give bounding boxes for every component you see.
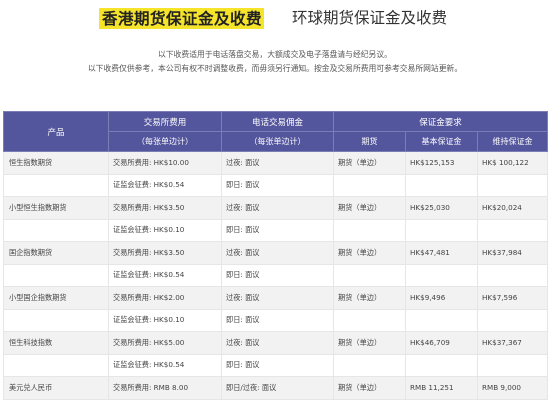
cell-commission: 过夜: 面议 [221,151,334,175]
cell-product [3,308,109,332]
cell-commission: 即日/过夜: 面议 [221,376,334,400]
header-exchange-fee: 交易所费用 [108,111,222,132]
cell-commission: 即日: 面议 [221,353,334,377]
cell-initial-margin: HK$25,030 [405,196,478,220]
cell-product: 小型恒生指数期货 [3,196,109,220]
cell-futures [333,308,406,332]
cell-futures: 期货（单边） [333,196,406,220]
cell-maintenance-margin: HK$37,984 [476,241,549,265]
cell-exchange-fee: 交易所费用: HK$2.00 [108,286,222,310]
header-futures: 期货 [333,131,406,152]
header-exchange-fee-sub: （每张单边计） [108,131,222,152]
table-row: 小型恒生指数期货 交易所费用: HK$3.50 过夜: 面议 期货（单边） HK$25,… [3,196,549,220]
cell-maintenance-margin [476,263,549,287]
table-row: 证监会征费: HK$0.54 即日: 面议 [3,263,549,287]
cell-futures [333,263,406,287]
cell-initial-margin: RMB 11,251 [405,376,478,400]
table-body: 恒生指数期货 交易所费用: HK$10.00 过夜: 面议 期货（单边） HK$125,… [3,151,549,400]
cell-commission: 过夜: 面议 [221,241,334,265]
cell-futures [333,173,406,197]
header-row: 产品 交易所费用 电话交易佣金 保证金要求 [3,111,549,152]
header-initial-margin: 基本保证金 [405,131,478,152]
cell-product: 美元兑人民币 [3,376,109,400]
cell-commission: 即日: 面议 [221,308,334,332]
cell-commission: 过夜: 面议 [221,196,334,220]
cell-product [3,218,109,242]
cell-futures: 期货（单边） [333,241,406,265]
note-line: 以下收费适用于电话落盘交易，大额成交及电子落盘请与经纪另议。 [158,50,392,59]
cell-maintenance-margin [476,308,549,332]
cell-commission: 过夜: 面议 [221,331,334,355]
cell-maintenance-margin [476,173,549,197]
table-row: 恒生科技指数 交易所费用: HK$5.00 过夜: 面议 期货（单边） HK$46,70… [3,331,549,355]
cell-product [3,173,109,197]
cell-initial-margin [405,263,478,287]
cell-futures: 期货（单边） [333,286,406,310]
cell-product [3,263,109,287]
cell-commission: 即日: 面议 [221,218,334,242]
cell-initial-margin [405,218,478,242]
cell-product: 小型国企指数期货 [3,286,109,310]
cell-maintenance-margin: RMB 9,000 [476,376,549,400]
cell-exchange-fee: 交易所费用: RMB 8.00 [108,376,222,400]
cell-exchange-fee: 证监会征费: HK$0.54 [108,353,222,377]
cell-product: 恒生科技指数 [3,331,109,355]
cell-initial-margin [405,308,478,332]
cell-initial-margin: HK$9,496 [405,286,478,310]
cell-product: 恒生指数期货 [3,151,109,175]
cell-futures: 期货（单边） [333,331,406,355]
cell-commission: 即日: 面议 [221,263,334,287]
cell-exchange-fee: 交易所费用: HK$10.00 [108,151,222,175]
table-row: 小型国企指数期货 交易所费用: HK$2.00 过夜: 面议 期货（单边） HK$9,4… [3,286,549,310]
cell-maintenance-margin [476,218,549,242]
tab-bar: 香港期货保证金及收费 环球期货保证金及收费 [0,8,550,34]
notes: 以下收费适用于电话落盘交易，大额成交及电子落盘请与经纪另议。 以下收费仅供参考，… [0,48,550,76]
table-row: 恒生指数期货 交易所费用: HK$10.00 过夜: 面议 期货（单边） HK$125,… [3,151,549,175]
tab-hk-futures[interactable]: 香港期货保证金及收费 [99,8,265,29]
header-phone-commission-sub: （每张单边计） [221,131,334,152]
cell-exchange-fee: 交易所费用: HK$5.00 [108,331,222,355]
table-row: 美元兑人民币 交易所费用: RMB 8.00 即日/过夜: 面议 期货（单边） RMB … [3,376,549,400]
cell-exchange-fee: 证监会征费: HK$0.10 [108,308,222,332]
table-row: 证监会征费: HK$0.54 即日: 面议 [3,353,549,377]
header-product: 产品 [3,111,109,152]
cell-maintenance-margin: HK$37,367 [476,331,549,355]
table-row: 国企指数期货 交易所费用: HK$3.50 过夜: 面议 期货（单边） HK$47,48… [3,241,549,265]
cell-exchange-fee: 证监会征费: HK$0.54 [108,263,222,287]
cell-commission: 即日: 面议 [221,173,334,197]
cell-exchange-fee: 交易所费用: HK$3.50 [108,196,222,220]
header-maintenance-margin: 维持保证金 [476,131,549,152]
cell-futures [333,353,406,377]
cell-maintenance-margin: HK$7,596 [476,286,549,310]
cell-initial-margin: HK$46,709 [405,331,478,355]
cell-futures: 期货（单边） [333,151,406,175]
table-row: 证监会征费: HK$0.10 即日: 面议 [3,218,549,242]
cell-initial-margin [405,353,478,377]
cell-product [3,353,109,377]
cell-maintenance-margin: HK$20,024 [476,196,549,220]
header-phone-commission: 电话交易佣金 [221,111,334,132]
tab-global-futures[interactable]: 环球期货保证金及收费 [292,8,447,28]
cell-commission: 过夜: 面议 [221,286,334,310]
cell-initial-margin: HK$47,481 [405,241,478,265]
note-line: 以下收费仅供参考，本公司有权不时调整收费，而毋须另行通知。按金及交易所费用可参考… [87,64,463,73]
fee-table: 产品 交易所费用 电话交易佣金 保证金要求 （每张单边计） （每张单边计） 期货… [3,111,549,400]
cell-exchange-fee: 交易所费用: HK$3.50 [108,241,222,265]
table-row: 证监会征费: HK$0.54 即日: 面议 [3,173,549,197]
cell-exchange-fee: 证监会征费: HK$0.10 [108,218,222,242]
cell-maintenance-margin [476,353,549,377]
header-margin: 保证金要求 [332,111,549,132]
cell-futures: 期货（单边） [333,376,406,400]
cell-product: 国企指数期货 [3,241,109,265]
cell-initial-margin [405,173,478,197]
cell-initial-margin: HK$125,153 [405,151,478,175]
table-row: 证监会征费: HK$0.10 即日: 面议 [3,308,549,332]
cell-exchange-fee: 证监会征费: HK$0.54 [108,173,222,197]
cell-maintenance-margin: HK$ 100,122 [476,151,549,175]
cell-futures [333,218,406,242]
